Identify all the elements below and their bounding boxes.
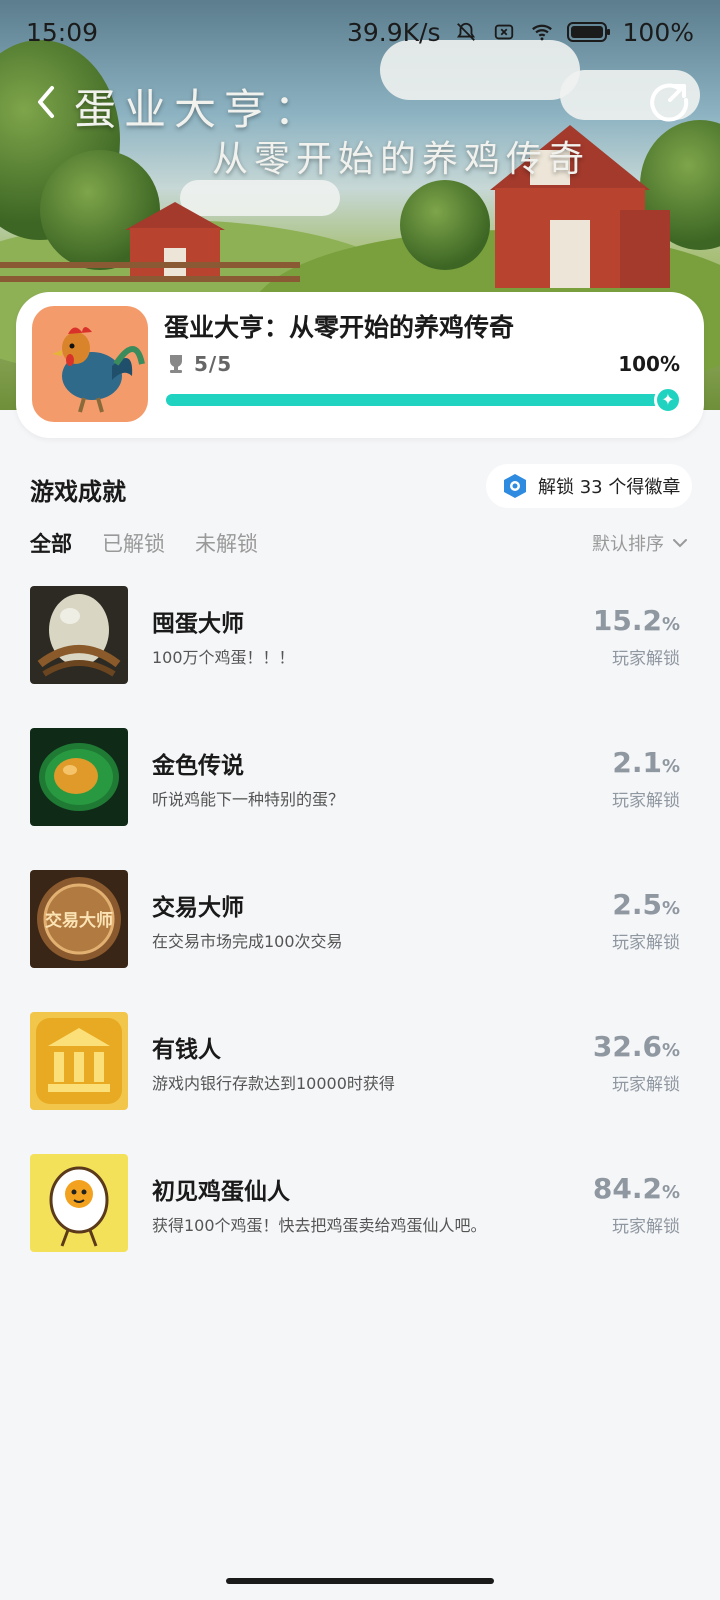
badge-unlock-pill[interactable]: 解锁 33 个得徽章	[486, 464, 692, 508]
sparkle-icon: ✦	[654, 386, 682, 414]
rooster-icon	[32, 306, 148, 422]
achievement-unlock-label: 玩家解锁	[612, 649, 680, 669]
achievement-name: 交易大师	[152, 895, 244, 921]
achievement-unlock-rate: 32.6%	[593, 1030, 680, 1063]
achievement-name: 初见鸡蛋仙人	[152, 1179, 290, 1205]
unlock-rate-value: 2.5	[612, 888, 662, 921]
filter-tabs: 全部 已解锁 未解锁	[30, 528, 258, 558]
progress-percent: 100%	[618, 352, 680, 376]
achievement-thumbnail	[30, 586, 128, 684]
unlock-rate-unit: %	[661, 1182, 680, 1203]
status-time: 15:09	[26, 17, 99, 47]
tab-2[interactable]: 未解锁	[195, 528, 258, 558]
battery-icon	[566, 22, 610, 42]
battery-level: 100%	[622, 17, 694, 47]
achievement-description: 获得100个鸡蛋！快去把鸡蛋卖给鸡蛋仙人吧。	[152, 1216, 487, 1235]
unlock-rate-value: 32.6	[592, 1030, 662, 1063]
achievement-description: 听说鸡能下一种特别的蛋？	[152, 790, 345, 809]
achievement-unlock-rate: 2.1%	[612, 746, 680, 779]
network-speed: 39.9K/s	[347, 17, 441, 47]
trophy-icon	[170, 355, 182, 373]
achievement-name: 有钱人	[152, 1037, 221, 1063]
achievement-unlock-label: 玩家解锁	[612, 933, 680, 953]
achievement-description: 游戏内银行存款达到10000时获得	[152, 1074, 395, 1093]
home-indicator[interactable]	[226, 1578, 494, 1584]
svg-text:交易大师: 交易大师	[45, 910, 113, 931]
unlock-rate-value: 15.2	[592, 604, 662, 637]
chevron-down-icon	[673, 539, 687, 548]
badge-icon	[504, 474, 526, 498]
game-card: 蛋业大亨：从零开始的养鸡传奇 5/5 100% ✦	[16, 292, 704, 438]
unlock-rate-unit: %	[661, 1040, 680, 1061]
achievement-item[interactable]: 初见鸡蛋仙人获得100个鸡蛋！快去把鸡蛋卖给鸡蛋仙人吧。 84.2% 玩家解锁	[0, 1154, 720, 1296]
back-arrow-icon[interactable]	[28, 82, 68, 122]
achievement-unlock-label: 玩家解锁	[612, 1217, 680, 1237]
hero-title-line1: 蛋业大亨：	[74, 85, 325, 134]
achievement-unlock-rate: 15.2%	[593, 604, 680, 637]
achievement-list: 囤蛋大师 100万个鸡蛋！！！ 15.2% 玩家解锁 金色传说 听说鸡能下一种特别的蛋？ 2…	[0, 586, 720, 1296]
progress-bar	[166, 394, 674, 406]
hero-title-line2: 从零开始的养鸡传奇	[212, 139, 591, 180]
small-barn-illustration	[125, 202, 225, 280]
achievement-description: 在交易市场完成100次交易	[152, 932, 343, 951]
achievement-unlock-label: 玩家解锁	[612, 791, 680, 811]
progress-fill	[166, 394, 674, 406]
achievement-thumbnail	[30, 1154, 128, 1252]
share-icon[interactable]	[648, 80, 692, 124]
unlock-rate-value: 2.1	[612, 746, 662, 779]
sort-label: 默认排序	[592, 534, 664, 555]
achievement-unlock-label: 玩家解锁	[612, 1075, 680, 1095]
unlock-rate-unit: %	[661, 756, 680, 777]
trophy-count: 5/5	[194, 352, 233, 376]
sort-dropdown[interactable]: 默认排序	[592, 530, 688, 556]
bell-muted-icon	[456, 22, 475, 41]
achievement-name: 金色传说	[152, 753, 244, 779]
status-bar: 15:09 39.9K/s 100%	[0, 0, 720, 64]
badge-unlock-text: 解锁 33 个得徽章	[538, 477, 681, 498]
tab-1[interactable]: 已解锁	[102, 528, 165, 558]
game-title: 蛋业大亨：从零开始的养鸡传奇	[164, 313, 515, 342]
no-sim-icon	[494, 24, 513, 40]
unlock-rate-unit: %	[661, 898, 680, 919]
achievements-title: 游戏成就	[30, 478, 126, 506]
wifi-icon	[531, 24, 552, 41]
tab-0[interactable]: 全部	[30, 528, 72, 558]
achievement-description: 100万个鸡蛋！！！	[152, 648, 295, 667]
achievement-item[interactable]: 囤蛋大师 100万个鸡蛋！！！ 15.2% 玩家解锁	[0, 586, 720, 728]
achievement-item[interactable]: 有钱人游戏内银行存款达到10000时获得 32.6% 玩家解锁	[0, 1012, 720, 1154]
achievement-thumbnail	[30, 1012, 128, 1110]
trophy-progress: 5/5	[166, 352, 232, 376]
achievement-thumbnail	[30, 728, 128, 826]
unlock-rate-unit: %	[661, 614, 680, 635]
achievement-unlock-rate: 2.5%	[612, 888, 680, 921]
achievement-unlock-rate: 84.2%	[593, 1172, 680, 1205]
achievement-item[interactable]: 交易大师 交易大师 在交易市场完成100次交易 2.5% 玩家解锁	[0, 870, 720, 1012]
achievement-thumbnail: 交易大师	[30, 870, 128, 968]
unlock-rate-value: 84.2	[592, 1172, 662, 1205]
achievement-name: 囤蛋大师	[152, 611, 244, 637]
achievement-item[interactable]: 金色传说听说鸡能下一种特别的蛋？ 2.1% 玩家解锁	[0, 728, 720, 870]
